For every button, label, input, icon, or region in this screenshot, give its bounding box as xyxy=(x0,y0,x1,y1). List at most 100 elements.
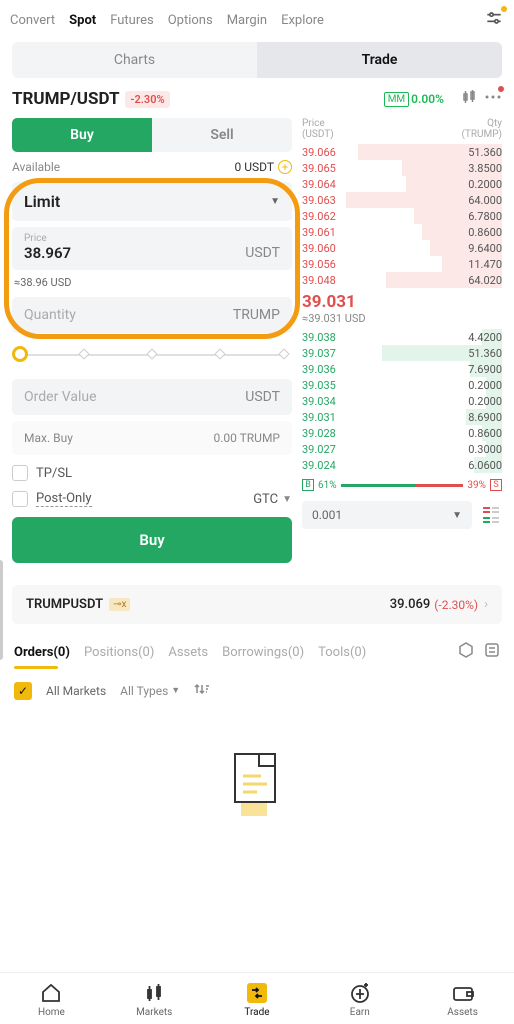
btab-tools[interactable]: Tools(0) xyxy=(318,645,366,660)
slider-knob[interactable] xyxy=(12,346,28,362)
orderbook-row[interactable]: 39.0653.8500 xyxy=(302,160,502,176)
btab-borrowings[interactable]: Borrowings(0) xyxy=(222,645,304,660)
empty-state xyxy=(0,712,514,834)
topnav-spot[interactable]: Spot xyxy=(69,13,96,28)
order-value-input[interactable]: Order Value USDT xyxy=(12,379,292,415)
nav-trade-label: Trade xyxy=(244,1007,269,1018)
all-types-label: All Types xyxy=(120,684,168,698)
orderbook-row[interactable]: 39.0610.8600 xyxy=(302,224,502,240)
orderbook-row[interactable]: 39.03751.360 xyxy=(302,345,502,361)
order-type-label: Limit xyxy=(24,192,60,211)
orderbook-row[interactable]: 39.0626.7800 xyxy=(302,208,502,224)
nav-markets[interactable]: Markets xyxy=(103,973,206,1024)
filters-row: ✓ All Markets All Types ▼ xyxy=(0,669,514,712)
orderbook-bids: 39.0384.420039.03751.36039.0367.690039.0… xyxy=(302,329,502,473)
available-value: 0 USDT xyxy=(234,160,274,174)
precision-value: 0.001 xyxy=(312,508,342,522)
pair-symbol[interactable]: TRUMP/USDT xyxy=(12,89,119,109)
chevron-down-icon: ▼ xyxy=(270,196,280,207)
orderbook-row[interactable]: 39.0246.0600 xyxy=(302,457,502,473)
buy-sell-ratio: B 61% 39% S xyxy=(302,479,502,491)
tpsl-checkbox[interactable] xyxy=(12,465,28,481)
tab-charts[interactable]: Charts xyxy=(12,42,257,78)
order-value-unit: USDT xyxy=(245,389,280,405)
topnav-convert[interactable]: Convert xyxy=(10,13,55,28)
quantity-slider[interactable] xyxy=(16,347,288,363)
add-funds-icon[interactable]: + xyxy=(278,160,292,174)
sell-ratio-pct: 39% xyxy=(467,480,486,491)
buy-ratio-badge: B xyxy=(302,479,314,491)
orderbook-row[interactable]: 39.06651.360 xyxy=(302,144,502,160)
ob-price-label: Price xyxy=(302,118,334,129)
orderbook-row[interactable]: 39.0280.8600 xyxy=(302,425,502,441)
buy-sell-toggle: Buy Sell xyxy=(12,118,292,152)
sell-ratio-badge: S xyxy=(490,479,502,491)
ticker-tag: ⊸x xyxy=(109,598,130,611)
topnav-explore[interactable]: Explore xyxy=(281,13,324,28)
ob-price-unit: (USDT) xyxy=(302,129,334,140)
btab-positions[interactable]: Positions(0) xyxy=(84,645,154,660)
all-types-select[interactable]: All Types ▼ xyxy=(120,684,180,698)
ticker-price: 39.069 xyxy=(390,597,431,612)
nav-home-label: Home xyxy=(38,1007,65,1018)
topnav-options[interactable]: Options xyxy=(168,13,213,28)
buy-button[interactable]: Buy xyxy=(12,517,292,563)
orderbook-view-icon[interactable] xyxy=(480,504,502,526)
tpsl-label: TP/SL xyxy=(36,466,72,481)
orderbook-row[interactable]: 39.0367.6900 xyxy=(302,361,502,377)
quantity-input[interactable]: Quantity TRUMP xyxy=(12,297,292,333)
hex-icon[interactable] xyxy=(458,642,474,662)
orderbook-row[interactable]: 39.0384.4200 xyxy=(302,329,502,345)
orderbook-row[interactable]: 39.0350.2000 xyxy=(302,377,502,393)
settings-icon[interactable] xyxy=(484,8,504,32)
orderbook-row[interactable]: 39.0270.3000 xyxy=(302,441,502,457)
nav-earn[interactable]: Earn xyxy=(308,973,411,1024)
orderbook-row[interactable]: 39.05611.470 xyxy=(302,256,502,272)
list-icon[interactable] xyxy=(484,642,500,662)
ticker-symbol: TRUMPUSDT xyxy=(26,597,103,612)
sort-icon[interactable] xyxy=(194,681,210,700)
buy-ratio-pct: 61% xyxy=(318,480,337,491)
orderbook-row[interactable]: 39.0640.2000 xyxy=(302,176,502,192)
more-icon[interactable] xyxy=(484,88,502,110)
btab-assets[interactable]: Assets xyxy=(168,645,208,660)
time-in-force-select[interactable]: GTC ▼ xyxy=(253,492,292,507)
all-markets-checkbox[interactable]: ✓ xyxy=(14,682,32,700)
btab-orders[interactable]: Orders(0) xyxy=(14,645,70,660)
price-input[interactable]: Price 38.967 USDT xyxy=(12,227,292,270)
orderbook-row[interactable]: 39.0340.2000 xyxy=(302,393,502,409)
price-value: 38.967 xyxy=(24,244,71,262)
mm-pct: 0.00% xyxy=(411,92,444,106)
orderbook-row[interactable]: 39.0318.6900 xyxy=(302,409,502,425)
mid-price: 39.031 xyxy=(302,292,502,312)
bottom-tabs: Orders(0) Positions(0) Assets Borrowings… xyxy=(0,632,514,666)
orderbook-row[interactable]: 39.04864.020 xyxy=(302,272,502,288)
order-type-select[interactable]: Limit ▼ xyxy=(12,182,292,221)
nav-earn-label: Earn xyxy=(350,1007,370,1018)
price-label: Price xyxy=(24,233,280,244)
buy-toggle[interactable]: Buy xyxy=(12,118,152,152)
orderbook-row[interactable]: 39.0609.6400 xyxy=(302,240,502,256)
orderbook-row[interactable]: 39.06364.000 xyxy=(302,192,502,208)
sell-toggle[interactable]: Sell xyxy=(152,118,292,152)
tab-trade[interactable]: Trade xyxy=(257,42,502,78)
max-buy-value: 0.00 TRUMP xyxy=(213,431,280,445)
nav-assets[interactable]: Assets xyxy=(411,973,514,1024)
candlestick-icon[interactable] xyxy=(460,88,478,110)
postonly-checkbox[interactable] xyxy=(12,491,28,507)
nav-trade[interactable]: Trade xyxy=(206,973,309,1024)
topnav-margin[interactable]: Margin xyxy=(227,13,267,28)
ticker-row[interactable]: TRUMPUSDT ⊸x 39.069 (-2.30%) › xyxy=(12,585,502,624)
orderbook-asks: 39.06651.36039.0653.850039.0640.200039.0… xyxy=(302,144,502,288)
precision-select[interactable]: 0.001 ▼ xyxy=(302,501,472,529)
nav-assets-label: Assets xyxy=(447,1007,478,1018)
all-markets-label: All Markets xyxy=(46,684,106,698)
max-buy-label: Max. Buy xyxy=(24,431,73,445)
topnav-futures[interactable]: Futures xyxy=(110,13,154,28)
max-buy-row: Max. Buy 0.00 TRUMP xyxy=(12,421,292,455)
chevron-right-icon: › xyxy=(484,597,488,612)
price-unit: USDT xyxy=(245,245,280,261)
pair-change-badge: -2.30% xyxy=(125,91,169,108)
available-label: Available xyxy=(12,160,60,174)
nav-home[interactable]: Home xyxy=(0,973,103,1024)
